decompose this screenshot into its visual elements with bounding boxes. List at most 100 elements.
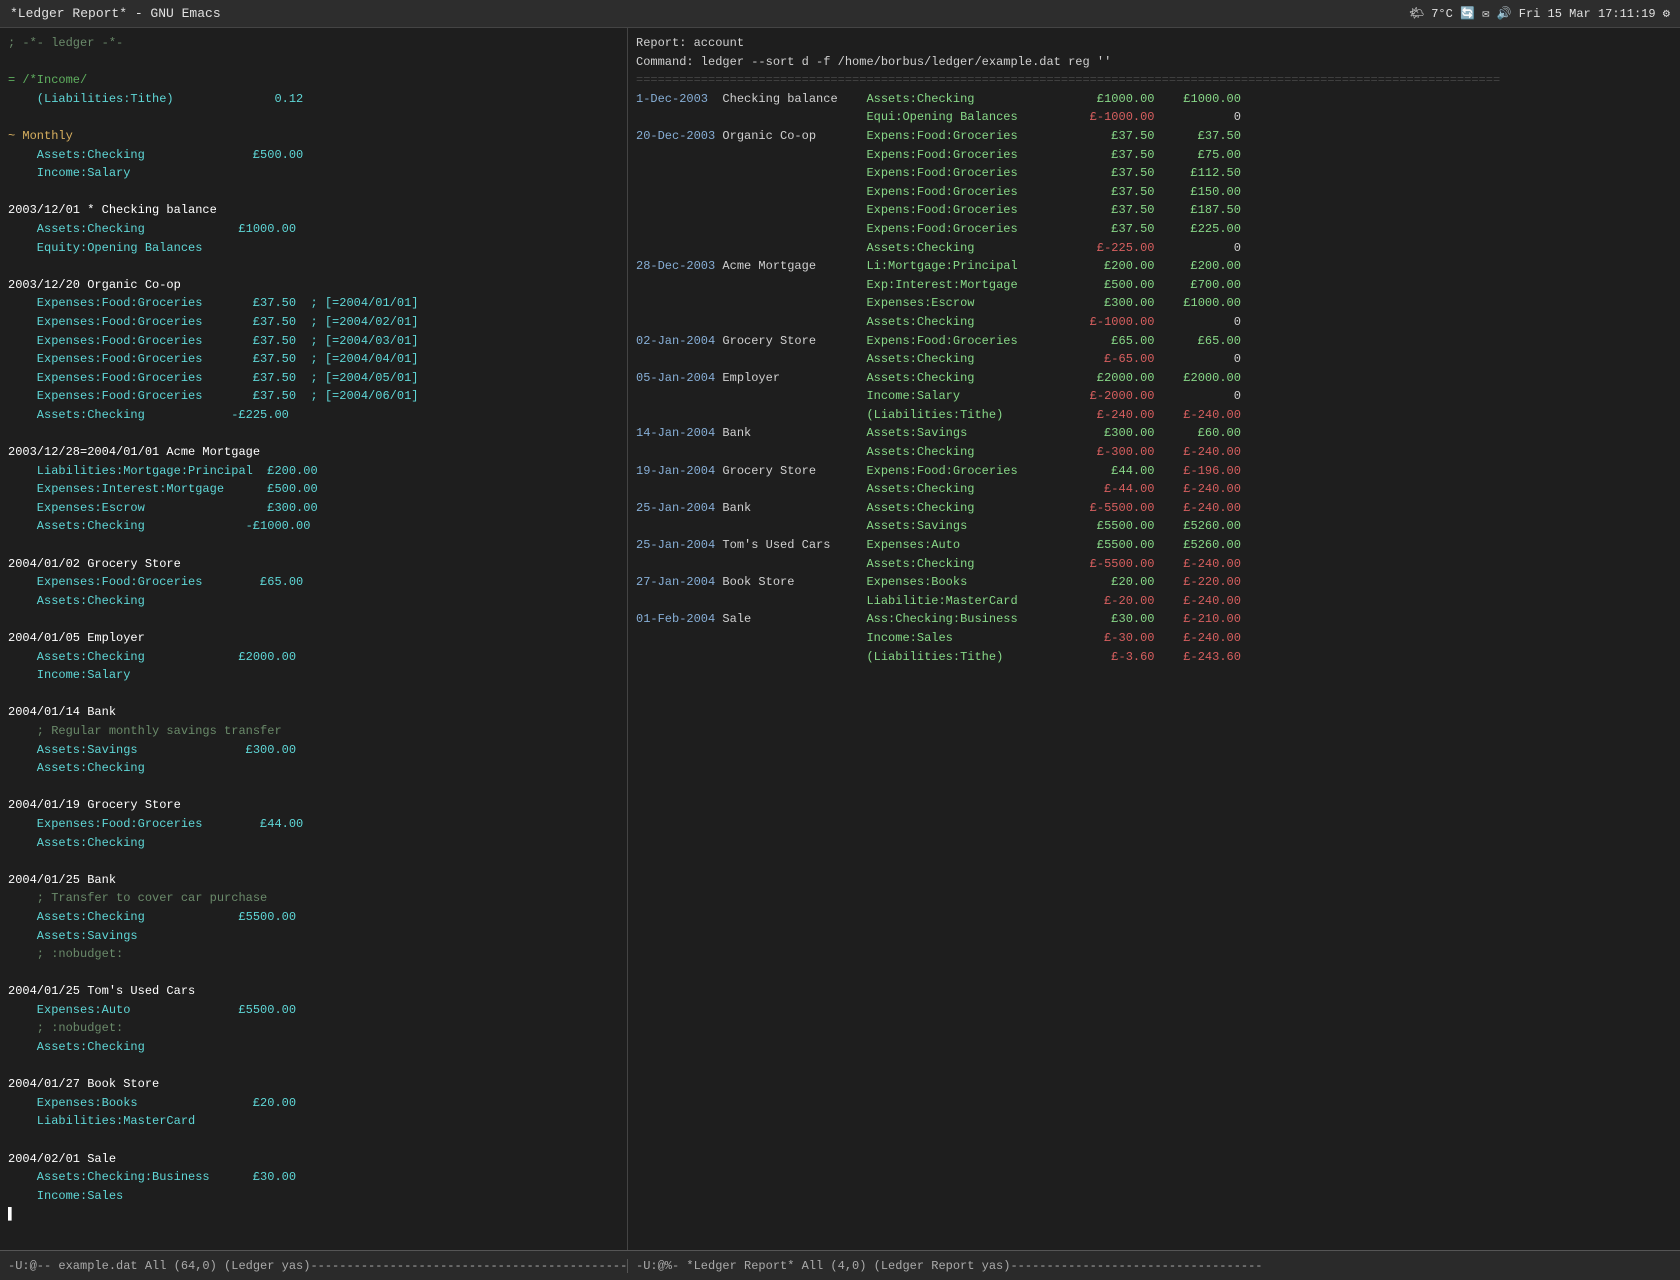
transaction-line: (Liabilities:Tithe) £-240.00 £-240.00 — [636, 406, 1672, 425]
left-line: Equity:Opening Balances — [8, 239, 619, 258]
left-line — [8, 852, 619, 871]
left-line: Assets:Checking — [8, 759, 619, 778]
left-line: Liabilities:Mortgage:Principal £200.00 — [8, 462, 619, 481]
system-info: 🌤 7°C 🔄 ✉ 🔊 Fri 15 Mar 17:11:19 ⚙ — [1409, 6, 1670, 21]
transaction-line: (Liabilities:Tithe) £-3.60 £-243.60 — [636, 648, 1672, 667]
left-line — [8, 778, 619, 797]
left-line: ▌ — [8, 1205, 619, 1224]
left-line: Expenses:Food:Groceries £37.50 ; [=2004/… — [8, 350, 619, 369]
left-line — [8, 257, 619, 276]
left-line: Expenses:Food:Groceries £37.50 ; [=2004/… — [8, 294, 619, 313]
left-line: Assets:Checking £1000.00 — [8, 220, 619, 239]
left-pane: ; -*- ledger -*- = /*Income/ (Liabilitie… — [0, 28, 628, 1250]
left-line: 2003/12/20 Organic Co-op — [8, 276, 619, 295]
left-line: ; Transfer to cover car purchase — [8, 889, 619, 908]
left-line: Assets:Checking — [8, 1038, 619, 1057]
transaction-line: Equi:Opening Balances £-1000.00 0 — [636, 108, 1672, 127]
left-line: Income:Salary — [8, 666, 619, 685]
left-line: Expenses:Food:Groceries £37.50 ; [=2004/… — [8, 387, 619, 406]
transaction-line: 27-Jan-2004 Book Store Expenses:Books £2… — [636, 573, 1672, 592]
transaction-line: Expens:Food:Groceries £37.50 £75.00 — [636, 146, 1672, 165]
left-line — [8, 1131, 619, 1150]
transaction-line: 05-Jan-2004 Employer Assets:Checking £20… — [636, 369, 1672, 388]
left-line: Assets:Checking — [8, 592, 619, 611]
left-line: Expenses:Interest:Mortgage £500.00 — [8, 480, 619, 499]
transaction-line: Income:Salary £-2000.00 0 — [636, 387, 1672, 406]
left-line: Assets:Checking — [8, 834, 619, 853]
left-line: Expenses:Food:Groceries £65.00 — [8, 573, 619, 592]
left-line: ; :nobudget: — [8, 945, 619, 964]
left-line: 2004/01/05 Employer — [8, 629, 619, 648]
transaction-line: 14-Jan-2004 Bank Assets:Savings £300.00 … — [636, 424, 1672, 443]
left-line — [8, 685, 619, 704]
left-line: 2004/01/27 Book Store — [8, 1075, 619, 1094]
transaction-line: Income:Sales £-30.00 £-240.00 — [636, 629, 1672, 648]
title-bar: *Ledger Report* - GNU Emacs 🌤 7°C 🔄 ✉ 🔊 … — [0, 0, 1680, 28]
left-line: Assets:Checking -£1000.00 — [8, 517, 619, 536]
transaction-line: Expens:Food:Groceries £37.50 £150.00 — [636, 183, 1672, 202]
left-line: Assets:Savings — [8, 927, 619, 946]
status-right: -U:@%- *Ledger Report* All (4,0) (Ledger… — [628, 1259, 1680, 1273]
transaction-line: Assets:Checking £-225.00 0 — [636, 239, 1672, 258]
transaction-line: 1-Dec-2003 Checking balance Assets:Check… — [636, 90, 1672, 109]
transaction-line: 20-Dec-2003 Organic Co-op Expens:Food:Gr… — [636, 127, 1672, 146]
left-line: Expenses:Escrow £300.00 — [8, 499, 619, 518]
left-line — [8, 610, 619, 629]
left-line: 2004/02/01 Sale — [8, 1150, 619, 1169]
transaction-line: Expens:Food:Groceries £37.50 £225.00 — [636, 220, 1672, 239]
status-left: -U:@-- example.dat All (64,0) (Ledger ya… — [0, 1259, 628, 1273]
transaction-line: Expens:Food:Groceries £37.50 £187.50 — [636, 201, 1672, 220]
left-line — [8, 536, 619, 555]
transaction-line: Assets:Checking £-5500.00 £-240.00 — [636, 555, 1672, 574]
left-line: 2003/12/28=2004/01/01 Acme Mortgage — [8, 443, 619, 462]
left-line: Assets:Checking £500.00 — [8, 146, 619, 165]
transaction-line: Exp:Interest:Mortgage £500.00 £700.00 — [636, 276, 1672, 295]
left-line: Expenses:Auto £5500.00 — [8, 1001, 619, 1020]
left-line — [8, 108, 619, 127]
left-line: ; Regular monthly savings transfer — [8, 722, 619, 741]
left-line — [8, 53, 619, 72]
left-line: Income:Sales — [8, 1187, 619, 1206]
left-line: ; -*- ledger -*- — [8, 34, 619, 53]
right-pane: Report: accountCommand: ledger --sort d … — [628, 28, 1680, 1250]
left-line: 2004/01/02 Grocery Store — [8, 555, 619, 574]
report-header-1: Report: account — [636, 34, 1672, 53]
left-line: 2004/01/19 Grocery Store — [8, 796, 619, 815]
left-line: Assets:Savings £300.00 — [8, 741, 619, 760]
transaction-line: Expens:Food:Groceries £37.50 £112.50 — [636, 164, 1672, 183]
left-line — [8, 424, 619, 443]
left-line: Expenses:Food:Groceries £37.50 ; [=2004/… — [8, 332, 619, 351]
left-line: Expenses:Food:Groceries £37.50 ; [=2004/… — [8, 369, 619, 388]
left-line — [8, 1057, 619, 1076]
transaction-line: 02-Jan-2004 Grocery Store Expens:Food:Gr… — [636, 332, 1672, 351]
left-line: Income:Salary — [8, 164, 619, 183]
left-line: Assets:Checking:Business £30.00 — [8, 1168, 619, 1187]
left-line: Assets:Checking -£225.00 — [8, 406, 619, 425]
transaction-line: 25-Jan-2004 Bank Assets:Checking £-5500.… — [636, 499, 1672, 518]
left-line: = /*Income/ — [8, 71, 619, 90]
transaction-line: Expenses:Escrow £300.00 £1000.00 — [636, 294, 1672, 313]
left-line: (Liabilities:Tithe) 0.12 — [8, 90, 619, 109]
transaction-line: Assets:Checking £-65.00 0 — [636, 350, 1672, 369]
left-line: Assets:Checking £2000.00 — [8, 648, 619, 667]
left-line — [8, 183, 619, 202]
transaction-line: Assets:Checking £-300.00 £-240.00 — [636, 443, 1672, 462]
left-line — [8, 964, 619, 983]
left-line: ~ Monthly — [8, 127, 619, 146]
separator: ========================================… — [636, 71, 1672, 90]
transaction-line: Liabilitie:MasterCard £-20.00 £-240.00 — [636, 592, 1672, 611]
left-line: 2003/12/01 * Checking balance — [8, 201, 619, 220]
transaction-line: 28-Dec-2003 Acme Mortgage Li:Mortgage:Pr… — [636, 257, 1672, 276]
status-bar: -U:@-- example.dat All (64,0) (Ledger ya… — [0, 1250, 1680, 1280]
left-line: 2004/01/14 Bank — [8, 703, 619, 722]
transaction-line: 19-Jan-2004 Grocery Store Expens:Food:Gr… — [636, 462, 1672, 481]
left-line: Expenses:Food:Groceries £44.00 — [8, 815, 619, 834]
left-line: Assets:Checking £5500.00 — [8, 908, 619, 927]
left-line: Expenses:Books £20.00 — [8, 1094, 619, 1113]
left-line: 2004/01/25 Bank — [8, 871, 619, 890]
window-title: *Ledger Report* - GNU Emacs — [10, 6, 221, 21]
left-line: ; :nobudget: — [8, 1019, 619, 1038]
left-line: Liabilities:MasterCard — [8, 1112, 619, 1131]
left-line: Expenses:Food:Groceries £37.50 ; [=2004/… — [8, 313, 619, 332]
transaction-line: 01-Feb-2004 Sale Ass:Checking:Business £… — [636, 610, 1672, 629]
